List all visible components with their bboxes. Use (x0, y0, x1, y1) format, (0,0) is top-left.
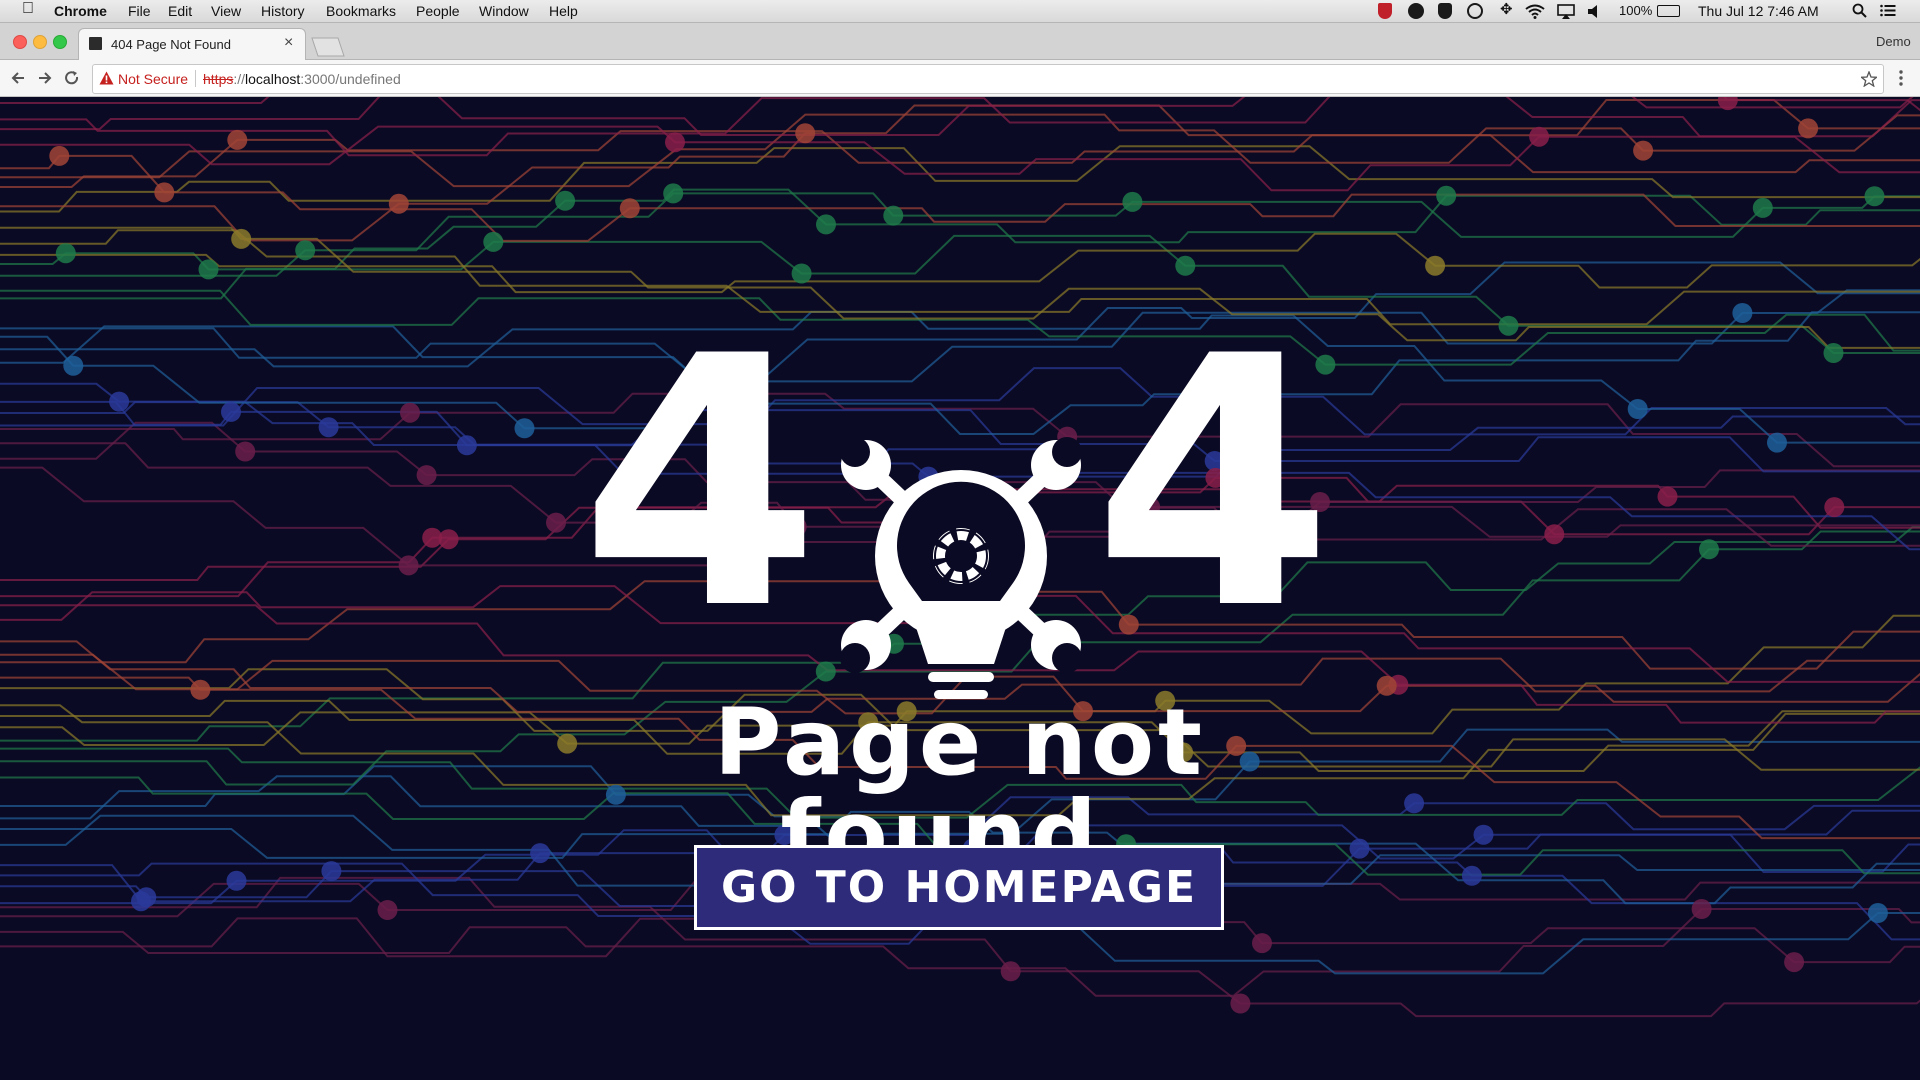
tab-strip: 404 Page Not Found × Demo (0, 23, 1920, 60)
zoom-window-button[interactable] (53, 35, 67, 49)
tab-close-icon[interactable]: × (284, 34, 293, 52)
warning-icon[interactable] (99, 71, 114, 85)
app-menu-chrome[interactable]: Chrome (54, 3, 107, 19)
chrome-menu-icon[interactable] (1898, 69, 1904, 87)
menu-view[interactable]: View (211, 3, 241, 19)
menu-file[interactable]: File (128, 3, 151, 19)
clock[interactable]: Thu Jul 12 7:46 AM (1698, 3, 1819, 19)
apple-icon[interactable]:  (22, 1, 34, 17)
status-circle-icon[interactable] (1408, 3, 1424, 19)
url-text[interactable]: https://localhost:3000/undefined (203, 71, 401, 87)
menu-people[interactable]: People (416, 3, 460, 19)
url-scheme: https (203, 71, 234, 87)
url-separator: :// (233, 71, 246, 87)
go-to-homepage-button[interactable]: GO TO HOMEPAGE (694, 845, 1224, 930)
close-window-button[interactable] (13, 35, 27, 49)
menu-bookmarks[interactable]: Bookmarks (326, 3, 396, 19)
shield-icon[interactable] (1378, 3, 1392, 19)
security-label[interactable]: Not Secure (118, 71, 188, 87)
lightbulb-wrench-icon (840, 437, 1082, 699)
search-alt-icon[interactable] (1467, 3, 1483, 19)
battery-icon[interactable] (1657, 5, 1680, 17)
airplay-icon[interactable] (1557, 4, 1575, 19)
volume-icon[interactable] (1588, 5, 1600, 18)
tab-title: 404 Page Not Found (111, 37, 231, 52)
menu-bar:  Chrome File Edit View History Bookmark… (0, 0, 1920, 23)
menu-help[interactable]: Help (549, 3, 578, 19)
menu-window[interactable]: Window (479, 3, 529, 19)
error-code-digit-left: 4 (580, 284, 820, 685)
bluetooth-icon[interactable]: ✥ (1500, 2, 1513, 18)
favicon-icon (89, 37, 102, 50)
spotlight-search-icon[interactable] (1852, 3, 1867, 18)
notification-center-icon[interactable] (1880, 4, 1896, 17)
battery-percent: 100% (1619, 3, 1653, 18)
ghost-icon[interactable] (1438, 3, 1452, 19)
browser-toolbar: Not Secure https://localhost:3000/undefi… (0, 60, 1920, 97)
reload-icon[interactable] (64, 70, 80, 86)
bookmark-star-icon[interactable] (1861, 71, 1877, 87)
tab-404-page[interactable]: 404 Page Not Found × (78, 28, 306, 60)
minimize-window-button[interactable] (33, 35, 47, 49)
error-content: 4 4 Page not found. GO TO HOMEPAGE (0, 97, 1920, 1080)
address-bar[interactable]: Not Secure https://localhost:3000/undefi… (92, 64, 1884, 94)
wifi-icon[interactable] (1525, 4, 1545, 19)
forward-icon[interactable] (37, 70, 53, 86)
back-icon[interactable] (10, 70, 26, 86)
menu-edit[interactable]: Edit (168, 3, 192, 19)
url-host: localhost (245, 71, 301, 87)
page-viewport: 4 4 Page not found. GO TO HOMEPAGE (0, 97, 1920, 1080)
menu-history[interactable]: History (261, 3, 305, 19)
error-code: 4 4 (580, 284, 1333, 699)
security-divider (195, 70, 196, 87)
error-code-digit-right: 4 (1093, 284, 1333, 685)
profile-name[interactable]: Demo (1876, 34, 1911, 49)
new-tab-button[interactable] (310, 37, 346, 57)
url-path: :3000/undefined (300, 71, 401, 87)
